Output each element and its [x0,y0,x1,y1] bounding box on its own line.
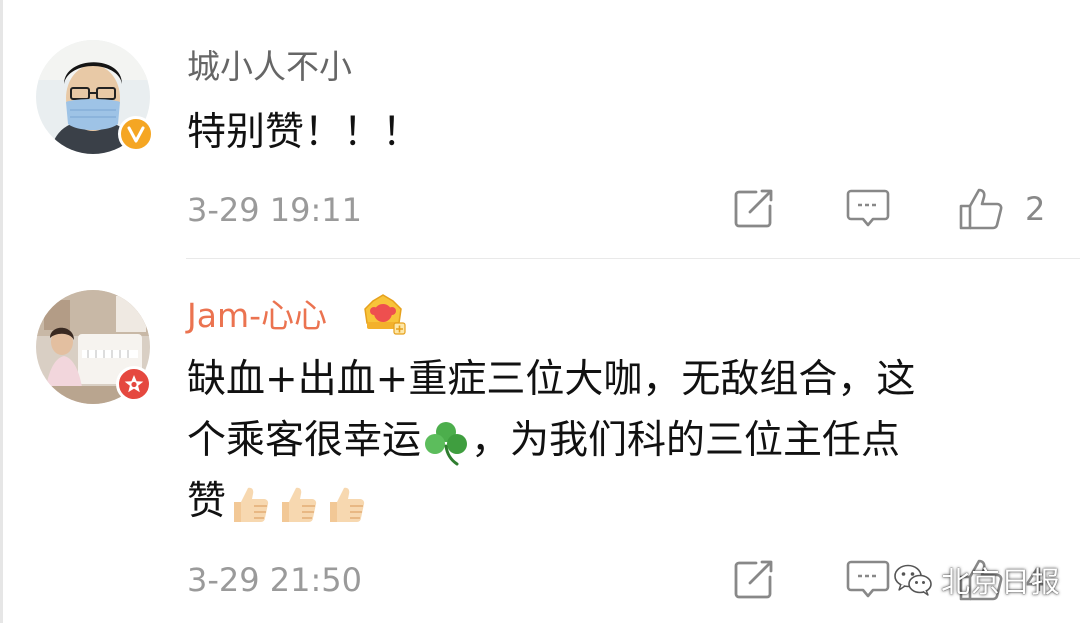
wechat-icon [894,564,932,596]
comment-text: 缺血+出血+重症三位大咖，无敌组合，这 个乘客很幸运 ，为我们科的三位主任点 赞 [187,349,915,532]
vip-crown-icon[interactable] [359,291,407,335]
thumbs-up-icon [959,188,1003,230]
reply-button[interactable] [845,186,891,230]
avatar[interactable] [36,290,152,404]
comment-text-line: 个乘客很幸运 ，为我们科的三位主任点 [187,410,915,471]
member-badge-icon [116,366,152,402]
thumbs-up-emoji-icon [234,487,269,522]
thumbs-up-emoji-icon [330,487,365,522]
like-count: 2 [1025,190,1046,228]
comment-item: 城小人不小 特别赞！！！ 3-29 19:11 2 [0,0,1080,258]
comment-text-segment: 赞 [187,479,227,524]
comment-icon [846,189,890,227]
shamrock-emoji-icon [425,421,468,465]
like-button[interactable]: 2 [957,186,1045,232]
comment-username[interactable]: Jam-心心 [187,296,327,336]
watermark-text: 北京日报 [941,565,1062,599]
watermark: 北京日报 [893,560,1061,600]
comment-text: 特别赞！！！ [187,108,421,158]
comment-text-line: 缺血+出血+重症三位大咖，无敌组合，这 [187,357,916,402]
edit-icon [734,189,773,228]
comment-text-segment: 个乘客很幸运 [187,418,422,463]
comment-text-segment: ，为我们科的三位主任点 [471,418,901,463]
repost-button[interactable] [732,186,776,230]
thumbs-up-emoji-icon [282,487,317,522]
comment-icon [846,560,890,598]
comment-timestamp: 3-29 21:50 [187,561,363,599]
comment-timestamp: 3-29 19:11 [187,191,363,229]
comment-username[interactable]: 城小人不小 [187,47,352,87]
comment-text-line: 赞 [187,471,915,532]
repost-button[interactable] [732,557,776,601]
edit-icon [734,560,773,599]
comment-text-line: 特别赞！！！ [187,110,422,155]
reply-button[interactable] [845,557,891,601]
verified-badge-icon [118,116,154,152]
avatar[interactable] [36,40,154,154]
